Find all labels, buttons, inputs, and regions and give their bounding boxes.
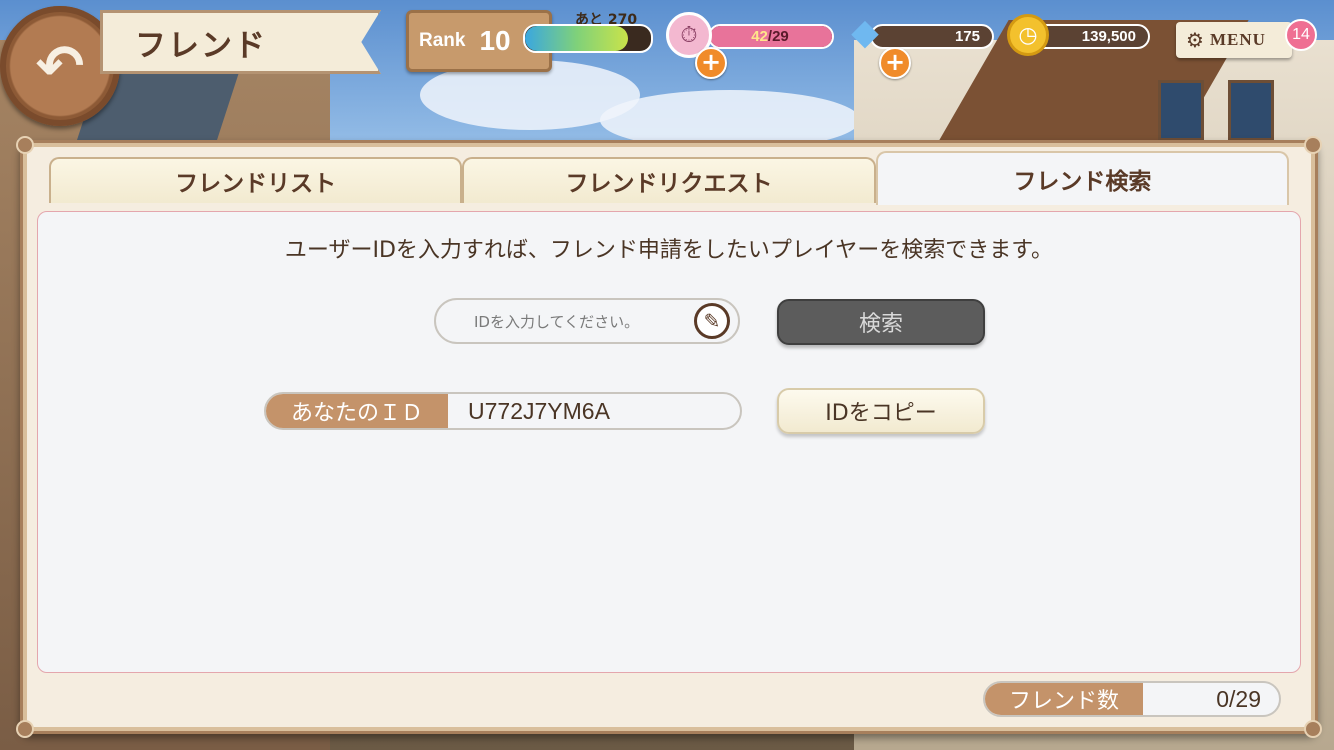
page-title: フレンド — [135, 27, 267, 64]
crystal-icon: ◆ — [851, 11, 879, 53]
my-id-label: あなたのＩＤ — [266, 394, 448, 428]
gem-value: 175 — [954, 28, 980, 45]
rank-value: 10 — [479, 25, 511, 56]
tab-bar: フレンドリスト フレンドリクエスト フレンド検索 — [49, 151, 1289, 205]
stamina-max: /29 — [767, 28, 789, 45]
stamina-current: 42 — [751, 28, 768, 45]
gear-icon: ⚙ — [1186, 28, 1204, 52]
coin-icon: ◷ — [1007, 14, 1049, 56]
rank-label: Rank — [419, 30, 466, 51]
friend-count-label: フレンド数 — [985, 683, 1143, 715]
friend-count-value: 0/29 — [1216, 685, 1261, 712]
menu-label: MENU — [1209, 30, 1266, 49]
tab-friend-request[interactable]: フレンドリクエスト — [462, 157, 876, 203]
friend-count: フレンド数 0/29 — [983, 681, 1281, 717]
my-id-value: U772J7YM6A — [468, 397, 610, 424]
search-input-placeholder: IDを入力してください。 — [474, 312, 640, 331]
back-arrow-icon: ↶ — [35, 32, 85, 100]
search-content: ユーザーIDを入力すれば、フレンド申請をしたいプレイヤーを検索できます。 IDを… — [37, 211, 1301, 673]
gold-value: 139,500 — [1081, 28, 1136, 45]
copy-id-button[interactable]: IDをコピー — [777, 388, 985, 434]
add-gem-button[interactable]: + — [879, 47, 911, 79]
stamina-bar: 42/29 — [708, 24, 834, 49]
exp-bar-fill — [525, 26, 629, 51]
search-button[interactable]: 検索 — [777, 299, 985, 345]
page-title-ribbon: フレンド — [100, 10, 381, 74]
search-description: ユーザーIDを入力すれば、フレンド申請をしたいプレイヤーを検索できます。 — [284, 238, 1054, 263]
user-id-search-input[interactable]: IDを入力してください。 ✎ — [434, 298, 740, 344]
menu-button[interactable]: ⚙ MENU — [1176, 22, 1292, 58]
pencil-icon: ✎ — [694, 303, 730, 339]
friend-panel: フレンドリスト フレンドリクエスト フレンド検索 ユーザーIDを入力すれば、フレ… — [16, 136, 1322, 738]
tab-friend-search[interactable]: フレンド検索 — [875, 151, 1289, 205]
gem-counter: 175 — [870, 24, 994, 49]
menu-notification-badge: 14 — [1285, 19, 1317, 51]
add-stamina-button[interactable]: + — [695, 47, 727, 79]
exp-bar — [523, 24, 653, 53]
tab-friend-list[interactable]: フレンドリスト — [49, 157, 463, 203]
my-id-display: あなたのＩＤ U772J7YM6A — [264, 392, 742, 430]
